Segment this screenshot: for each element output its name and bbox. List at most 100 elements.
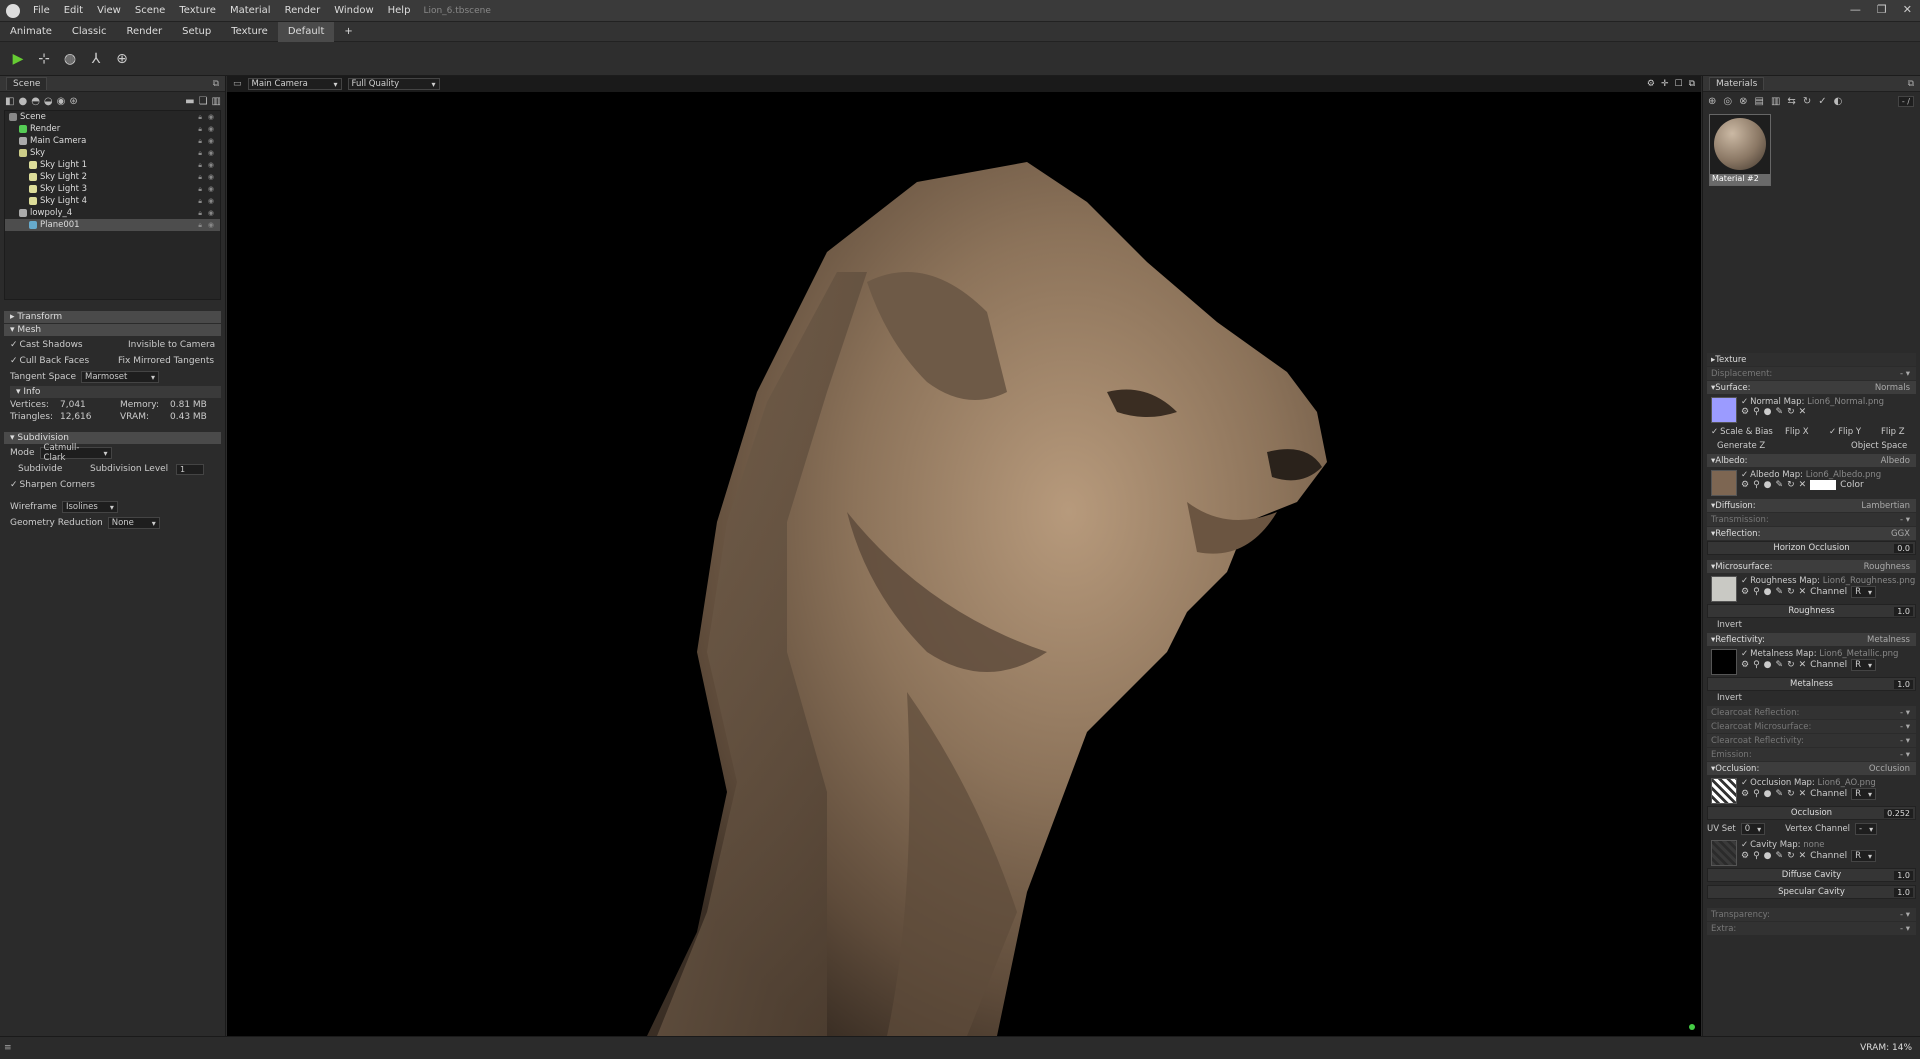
section-reflectivity[interactable]: ▾ Reflectivity: Metalness bbox=[1707, 633, 1916, 646]
close-icon[interactable]: ✕ bbox=[1799, 851, 1807, 861]
picker-icon[interactable]: ✓ bbox=[1818, 96, 1826, 107]
edit-icon[interactable]: ✎ bbox=[1776, 851, 1784, 861]
delete-icon[interactable]: ▥ bbox=[212, 96, 221, 107]
lock-icon[interactable]: 🔒︎ bbox=[198, 197, 202, 206]
duplicate-material-icon[interactable]: ◎ bbox=[1723, 96, 1732, 107]
menu-item-edit[interactable]: Edit bbox=[57, 5, 90, 16]
add-sky-icon[interactable]: ◉ bbox=[57, 96, 66, 107]
metalness-map-thumb[interactable] bbox=[1711, 649, 1737, 675]
metalness-map-label[interactable]: Metalness Map: bbox=[1741, 649, 1817, 659]
lock-icon[interactable]: 🔒︎ bbox=[198, 113, 202, 122]
add-shadow-catcher-icon[interactable]: ◒ bbox=[44, 96, 53, 107]
search-icon[interactable]: ⚲ bbox=[1753, 789, 1760, 799]
search-icon[interactable]: ⚲ bbox=[1753, 407, 1760, 417]
section-displacement[interactable]: Displacement: - ▾ bbox=[1707, 367, 1916, 380]
invert-checkbox[interactable]: Invert bbox=[1717, 620, 1742, 630]
section-surface[interactable]: ▾ Surface: Normals bbox=[1707, 381, 1916, 394]
subdivide-checkbox[interactable]: Subdivide bbox=[18, 464, 62, 474]
diffuse-cavity-slider[interactable]: Diffuse Cavity 1.0 bbox=[1707, 868, 1916, 882]
menu-item-material[interactable]: Material bbox=[223, 5, 278, 16]
section-diffusion[interactable]: ▾ Diffusion: Lambertian bbox=[1707, 499, 1916, 512]
gear-icon[interactable]: ⚙ bbox=[1741, 851, 1749, 861]
camera-dropdown[interactable]: Main Camera bbox=[247, 78, 342, 90]
normal-map-label[interactable]: Normal Map: bbox=[1741, 397, 1804, 407]
refresh-icon[interactable]: ↻ bbox=[1787, 851, 1795, 861]
uv-set-dropdown[interactable]: 0 bbox=[1740, 823, 1766, 835]
occlusion-map-file[interactable]: Lion6_AO.png bbox=[1818, 778, 1876, 788]
refresh-icon[interactable]: ↻ bbox=[1787, 660, 1795, 670]
cull-back-faces-checkbox[interactable]: Cull Back Faces bbox=[10, 356, 90, 366]
tab-default[interactable]: Default bbox=[277, 21, 335, 42]
gear-icon[interactable]: ⚙ bbox=[1741, 480, 1749, 490]
visibility-icon[interactable]: ◉ bbox=[208, 209, 214, 217]
refresh-icon[interactable]: ↻ bbox=[1787, 789, 1795, 799]
flip-y-checkbox[interactable]: Flip Y bbox=[1829, 427, 1861, 437]
edit-icon[interactable]: ✎ bbox=[1776, 587, 1784, 597]
section-clearcoat-microsurface[interactable]: Clearcoat Microsurface: - ▾ bbox=[1707, 720, 1916, 733]
lock-icon[interactable]: 🔒︎ bbox=[198, 125, 202, 134]
menu-item-file[interactable]: File bbox=[26, 5, 57, 16]
menu-item-render[interactable]: Render bbox=[278, 5, 328, 16]
occlusion-slider[interactable]: Occlusion 0.252 bbox=[1707, 806, 1916, 820]
tree-item[interactable]: Sky Light 4 🔒︎ ◉ bbox=[5, 195, 220, 207]
cavity-map-file[interactable]: none bbox=[1803, 840, 1824, 850]
cavity-map-label[interactable]: Cavity Map: bbox=[1741, 840, 1801, 850]
section-clearcoat-reflection[interactable]: Clearcoat Reflection: - ▾ bbox=[1707, 706, 1916, 719]
section-texture[interactable]: ▸ Texture bbox=[1707, 353, 1916, 366]
section-subdivision[interactable]: ▾ Subdivision bbox=[4, 432, 221, 444]
roughness-map-label[interactable]: Roughness Map: bbox=[1741, 576, 1820, 586]
section-occlusion[interactable]: ▾ Occlusion: Occlusion bbox=[1707, 762, 1916, 775]
undock-icon[interactable]: ⧉ bbox=[213, 79, 219, 89]
close-icon[interactable]: ✕ bbox=[1799, 480, 1807, 490]
visibility-icon[interactable]: ◉ bbox=[208, 185, 214, 193]
object-space-checkbox[interactable]: Object Space bbox=[1851, 441, 1907, 451]
search-icon[interactable]: ⚲ bbox=[1753, 851, 1760, 861]
edit-icon[interactable]: ✎ bbox=[1776, 480, 1784, 490]
lock-icon[interactable]: 🔒︎ bbox=[198, 173, 202, 182]
section-clearcoat-reflectivity[interactable]: Clearcoat Reflectivity: - ▾ bbox=[1707, 734, 1916, 747]
tree-item[interactable]: lowpoly_4 🔒︎ ◉ bbox=[5, 207, 220, 219]
add-object-icon[interactable]: ◧ bbox=[5, 96, 14, 107]
tree-item[interactable]: Plane001 🔒︎ ◉ bbox=[5, 219, 220, 231]
close-icon[interactable]: ✕ bbox=[1903, 3, 1912, 16]
lock-icon[interactable]: 🔒︎ bbox=[198, 161, 202, 170]
settings-icon[interactable]: ⚙ bbox=[1647, 79, 1655, 89]
move-tool-icon[interactable]: ⊹ bbox=[34, 49, 54, 69]
tree-item[interactable]: Sky Light 1 🔒︎ ◉ bbox=[5, 159, 220, 171]
menu-item-texture[interactable]: Texture bbox=[172, 5, 223, 16]
invert-checkbox[interactable]: Invert bbox=[1717, 693, 1742, 703]
gear-icon[interactable]: ⚙ bbox=[1741, 660, 1749, 670]
viewport[interactable]: ▭ Main Camera Full Quality ⚙ ✛ ☐ ⧉ bbox=[227, 76, 1701, 1036]
lock-icon[interactable]: 🔒︎ bbox=[198, 209, 202, 218]
search-icon[interactable]: ⚲ bbox=[1753, 587, 1760, 597]
tree-item[interactable]: Sky 🔒︎ ◉ bbox=[5, 147, 220, 159]
tab-setup[interactable]: Setup bbox=[172, 22, 221, 42]
fullscreen-icon[interactable]: ☐ bbox=[1674, 79, 1682, 89]
diffuse-cavity-value[interactable]: 1.0 bbox=[1894, 870, 1913, 880]
add-turntable-icon[interactable]: ⊛ bbox=[69, 96, 77, 107]
tree-item[interactable]: Sky Light 3 🔒︎ ◉ bbox=[5, 183, 220, 195]
section-albedo[interactable]: ▾ Albedo: Albedo bbox=[1707, 454, 1916, 467]
horizon-occlusion-slider[interactable]: Horizon Occlusion 0.0 bbox=[1707, 541, 1916, 555]
tab-classic[interactable]: Classic bbox=[62, 22, 117, 42]
undock-viewport-icon[interactable]: ⧉ bbox=[1689, 79, 1695, 89]
move-view-icon[interactable]: ✛ bbox=[1661, 79, 1669, 89]
metalness-slider[interactable]: Metalness 1.0 bbox=[1707, 677, 1916, 691]
paint-icon[interactable]: ● bbox=[1764, 407, 1772, 417]
visibility-icon[interactable]: ◉ bbox=[208, 221, 214, 229]
lock-icon[interactable]: 🔒︎ bbox=[198, 137, 202, 146]
visibility-icon[interactable]: ◉ bbox=[208, 137, 214, 145]
menu-item-window[interactable]: Window bbox=[327, 5, 380, 16]
roughness-map-file[interactable]: Lion6_Roughness.png bbox=[1823, 576, 1916, 586]
cavity-map-thumb[interactable] bbox=[1711, 840, 1737, 866]
albedo-map-file[interactable]: Lion6_Albedo.png bbox=[1806, 470, 1881, 480]
section-transparency[interactable]: Transparency: - ▾ bbox=[1707, 908, 1916, 921]
tab-add[interactable]: + bbox=[334, 22, 362, 42]
normal-map-file[interactable]: Lion6_Normal.png bbox=[1807, 397, 1884, 407]
albedo-map-thumb[interactable] bbox=[1711, 470, 1737, 496]
generate-z-checkbox[interactable]: Generate Z bbox=[1717, 441, 1765, 451]
gear-icon[interactable]: ⚙ bbox=[1741, 587, 1749, 597]
section-reflection[interactable]: ▾ Reflection: GGX bbox=[1707, 527, 1916, 540]
section-info[interactable]: ▾ Info bbox=[10, 386, 221, 398]
section-mesh[interactable]: ▾ Mesh bbox=[4, 324, 221, 336]
